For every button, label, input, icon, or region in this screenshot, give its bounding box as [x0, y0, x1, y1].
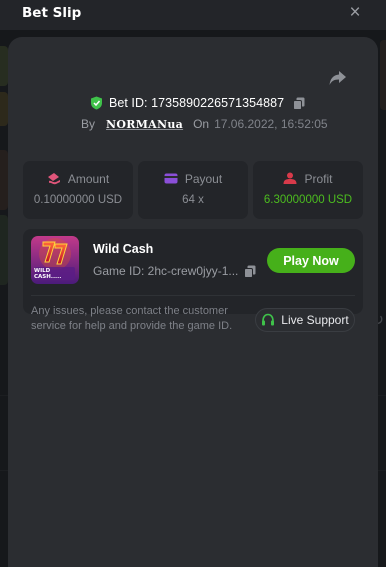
stat-label: Profit [304, 171, 333, 186]
shield-check-icon [91, 96, 102, 110]
game-card: WILD CASH..... Wild Cash Game ID: 2hc-cr… [23, 229, 363, 314]
close-icon[interactable]: × [346, 3, 364, 23]
amount-card: Amount 0.10000000 USD [23, 161, 133, 219]
bet-slip-panel: Bet ID: 1735890226571354887 By NORMANua … [8, 37, 378, 567]
on-label: On [193, 117, 210, 131]
payout-card: Payout 64 x [138, 161, 248, 219]
game-id-row: Game ID: 2hc-crew0jyy-1... [93, 264, 256, 278]
modal-title: Bet Slip [22, 5, 82, 21]
wallet-icon [164, 173, 178, 184]
copy-icon[interactable] [293, 97, 305, 110]
bet-date: 17.06.2022, 16:52:05 [214, 117, 328, 131]
bet-id: Bet ID: 1735890226571354887 [109, 96, 285, 110]
share-icon[interactable] [328, 69, 348, 87]
play-now-button[interactable]: Play Now [267, 248, 355, 273]
game-id: Game ID: 2hc-crew0jyy-1... [93, 264, 239, 278]
profit-icon [283, 172, 297, 184]
user-name-link[interactable]: NORMANua [106, 118, 183, 131]
stat-value: 64 x [182, 194, 204, 206]
stat-label: Amount [67, 171, 110, 186]
stat-value-profit: 6.30000000 USD [263, 194, 353, 206]
game-name: Wild Cash [93, 242, 154, 256]
help-text: Any issues, please contact the customer … [31, 305, 233, 332]
live-support-label: Live Support [281, 313, 349, 327]
game-thumb-label: WILD CASH..... [34, 268, 62, 280]
divider [31, 295, 355, 296]
stat-value: 0.10000000 USD [33, 194, 123, 206]
modal-header: Bet Slip × [0, 0, 386, 30]
game-thumbnail[interactable]: WILD CASH..... [31, 236, 79, 284]
stat-label: Payout [184, 171, 223, 186]
bet-meta-row: By NORMANua On 17.06.2022, 16:52:05 [81, 117, 328, 131]
bet-id-row: Bet ID: 1735890226571354887 [90, 95, 305, 111]
by-label: By [81, 117, 96, 131]
money-icon [47, 173, 60, 185]
headset-icon [262, 313, 275, 326]
profit-card: Profit 6.30000000 USD [253, 161, 363, 219]
copy-icon[interactable] [244, 265, 256, 278]
live-support-button[interactable]: Live Support [255, 308, 355, 332]
